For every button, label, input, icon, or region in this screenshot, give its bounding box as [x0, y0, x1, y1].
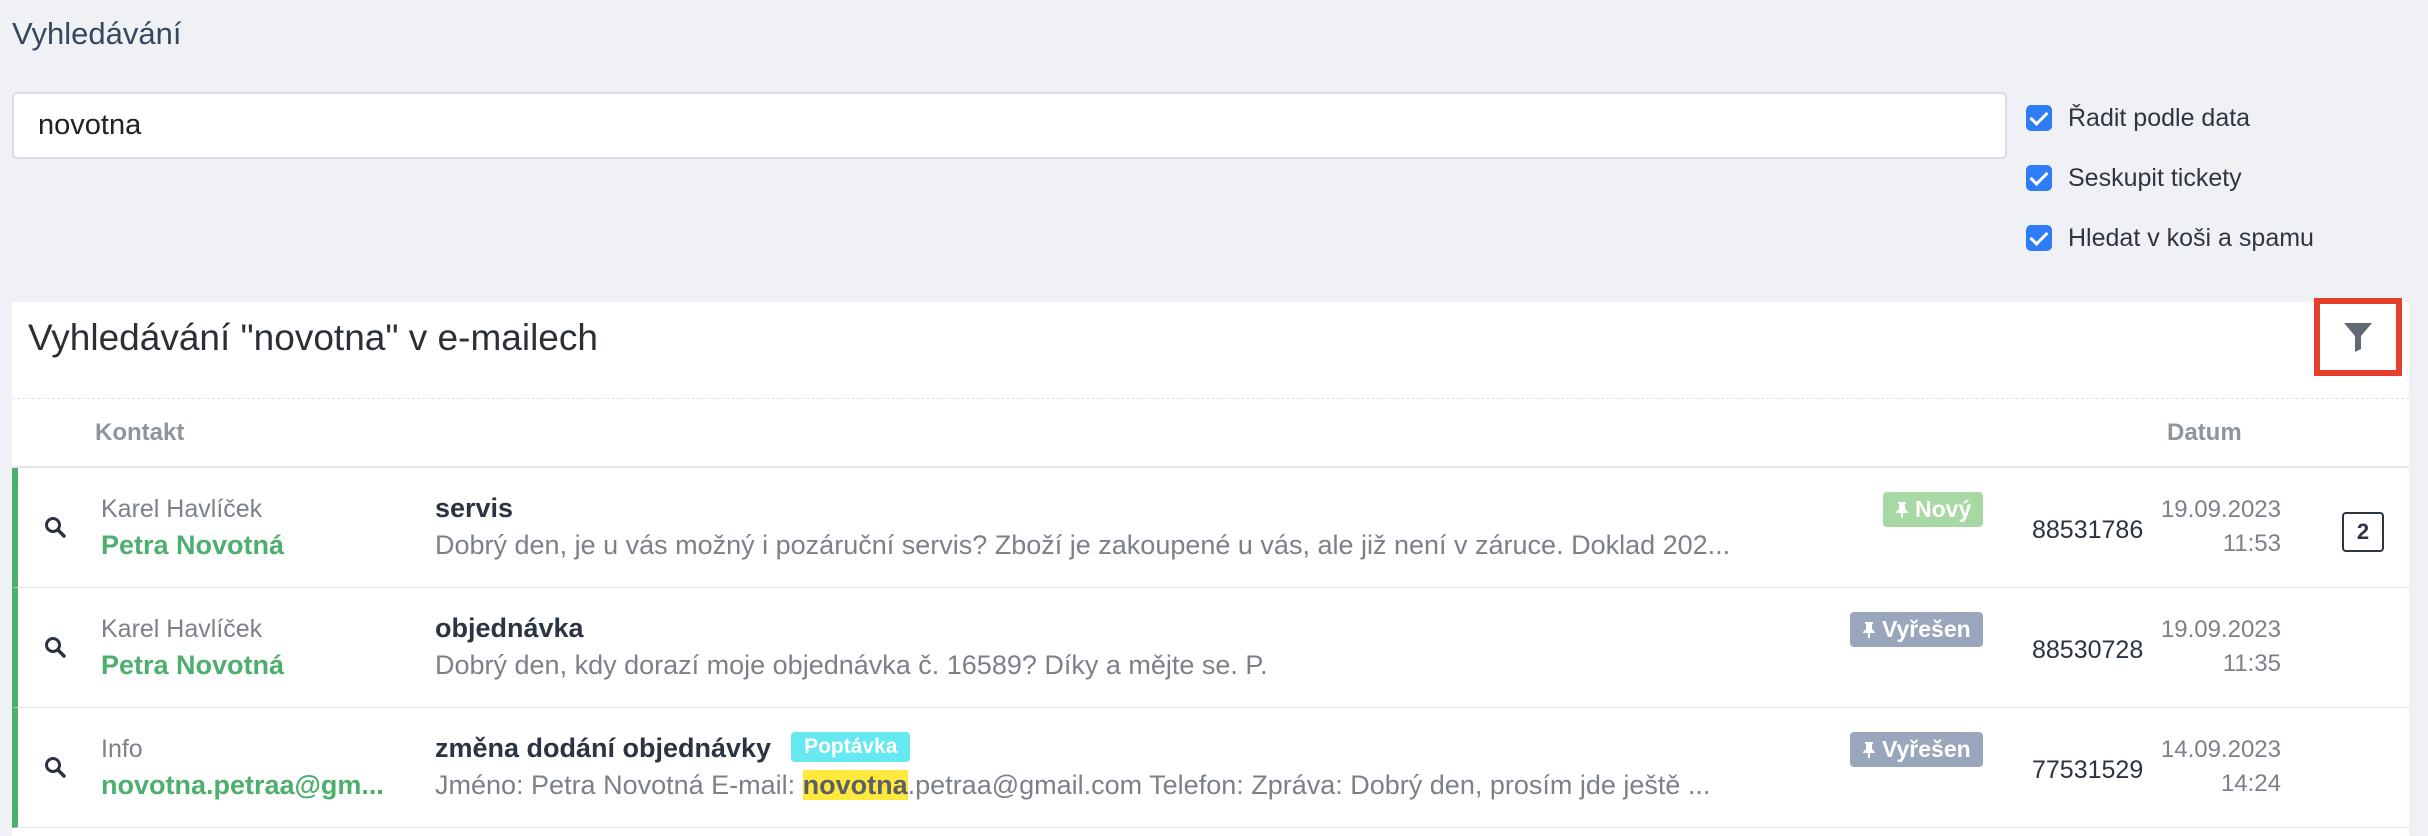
sort-by-date-option[interactable]: Řadit podle data [2026, 88, 2314, 148]
sort-by-date-label: Řadit podle data [2068, 103, 2251, 132]
status-badge: Vyřešen [1850, 612, 1983, 647]
pin-icon [1896, 501, 1908, 518]
status-label: Vyřešen [1882, 616, 1971, 642]
status-badge: Vyřešen [1850, 732, 1983, 767]
group-tickets-option[interactable]: Seskupit tickety [2026, 148, 2314, 208]
filter-button[interactable] [2314, 298, 2402, 376]
email-snippet: Dobrý den, kdy dorazí moje objednávka č.… [435, 650, 1268, 680]
category-tag: Poptávka [791, 731, 911, 762]
message-count-badge[interactable]: 2 [2342, 512, 2384, 552]
column-header-contact: Kontakt [95, 419, 185, 446]
snippet-text: .petraa@gmail.com Telefon: Zpráva: Dobrý… [907, 770, 1711, 800]
group-tickets-label: Seskupit tickety [2068, 163, 2242, 192]
search-trash-spam-option[interactable]: Hledat v koši a spamu [2026, 208, 2314, 268]
page-title: Vyhledávání [12, 16, 182, 51]
email-snippet: Dobrý den, je u vás možný i pozáruční se… [435, 530, 1731, 560]
table-row[interactable]: Karel Havlíček Petra Novotná servis Dobr… [12, 468, 2409, 588]
pin-icon [1863, 621, 1875, 638]
results-panel: Vyhledávání "novotna" v e-mailech Kontak… [12, 298, 2409, 836]
email-subject[interactable]: servis [435, 493, 513, 524]
pin-icon [1863, 741, 1875, 758]
email-time: 11:35 [2222, 650, 2281, 677]
contact-link[interactable]: Petra Novotná [101, 650, 284, 681]
email-time: 14:24 [2220, 770, 2281, 797]
group-tickets-checkbox[interactable] [2026, 165, 2052, 191]
status-label: Vyřešen [1882, 736, 1971, 762]
search-highlight: novotna [802, 770, 908, 800]
email-time: 11:53 [2222, 530, 2281, 557]
contact-name: Karel Havlíček [101, 495, 263, 523]
ticket-id: 88531786 [2032, 516, 2144, 544]
ticket-id: 77531529 [2032, 756, 2144, 784]
search-input[interactable] [12, 92, 2007, 159]
email-snippet: Jméno: Petra Novotná E-mail: novotna.pet… [435, 770, 1735, 801]
search-icon[interactable] [44, 756, 66, 778]
status-badge: Nový [1883, 492, 1984, 527]
filter-icon [2344, 323, 2372, 352]
search-trash-spam-checkbox[interactable] [2026, 225, 2052, 251]
results-table-header: Kontakt Datum [12, 398, 2409, 468]
contact-link[interactable]: Petra Novotná [101, 530, 284, 561]
sort-by-date-checkbox[interactable] [2026, 105, 2052, 131]
contact-name: Info [101, 735, 143, 763]
email-subject[interactable]: změna dodání objednávky Poptávka [435, 731, 911, 765]
email-subject-text[interactable]: změna dodání objednávky [435, 733, 771, 763]
search-icon[interactable] [44, 516, 66, 538]
contact-name: Karel Havlíček [101, 615, 263, 643]
search-trash-spam-label: Hledat v koši a spamu [2068, 223, 2314, 252]
email-date: 19.09.2023 [2160, 496, 2281, 523]
email-subject[interactable]: objednávka [435, 613, 584, 644]
email-date: 14.09.2023 [2160, 736, 2281, 763]
snippet-text: Jméno: Petra Novotná E-mail: [435, 770, 803, 800]
table-row[interactable]: Karel Havlíček Petra Novotná objednávka … [12, 588, 2409, 708]
table-row[interactable]: Info novotna.petraa@gm... změna dodání o… [12, 708, 2409, 828]
results-title: Vyhledávání "novotna" v e-mailech [28, 317, 598, 358]
ticket-id: 88530728 [2032, 636, 2144, 664]
column-header-date: Datum [2167, 419, 2242, 446]
email-date: 19.09.2023 [2160, 616, 2281, 643]
search-icon[interactable] [44, 636, 66, 658]
search-options: Řadit podle data Seskupit tickety Hledat… [2026, 88, 2314, 268]
contact-link[interactable]: novotna.petraa@gm... [101, 770, 384, 801]
status-label: Nový [1915, 496, 1972, 522]
